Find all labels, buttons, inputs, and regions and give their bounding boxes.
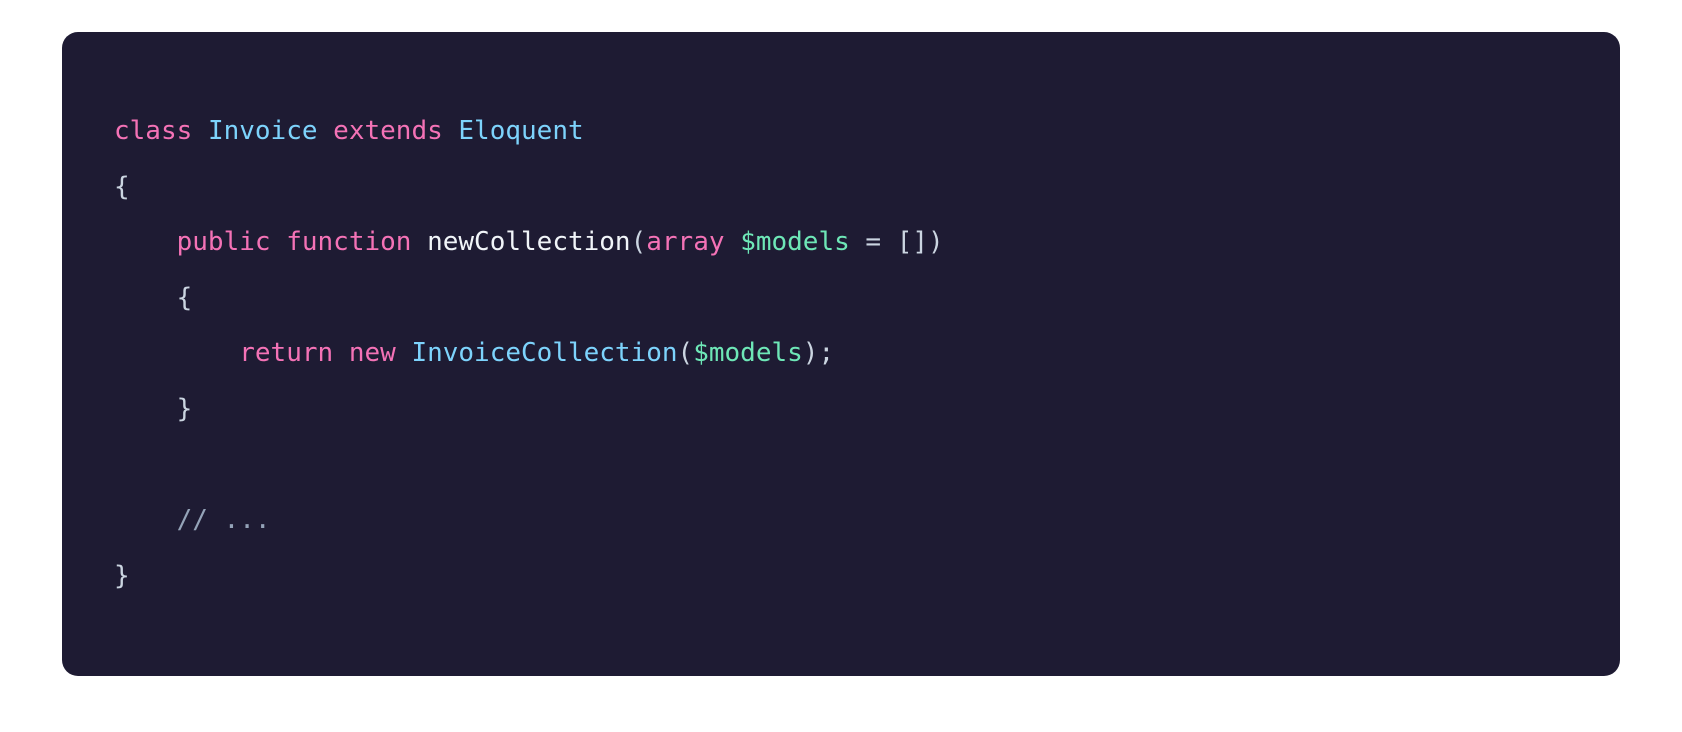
code-token: ( — [631, 227, 647, 257]
code-token: new — [349, 338, 396, 368]
code-token: { — [114, 172, 130, 202]
code-token: public — [177, 227, 271, 257]
code-token — [114, 338, 239, 368]
code-token: } — [177, 394, 193, 424]
code-token — [114, 394, 177, 424]
code-token — [192, 116, 208, 146]
code-token: array — [646, 227, 724, 257]
code-token — [114, 505, 177, 535]
code-token: // ... — [177, 505, 271, 535]
code-token — [318, 116, 334, 146]
code-token: ) — [803, 338, 819, 368]
code-token — [443, 116, 459, 146]
code-token — [114, 283, 177, 313]
code-token: ( — [678, 338, 694, 368]
code-token: function — [286, 227, 411, 257]
code-token: $models — [740, 227, 850, 257]
code-token: ) — [928, 227, 944, 257]
code-token: $models — [693, 338, 803, 368]
code-token — [333, 338, 349, 368]
code-token: InvoiceCollection — [411, 338, 677, 368]
code-content: class Invoice extends Eloquent { public … — [114, 104, 1568, 604]
code-token — [725, 227, 741, 257]
code-token — [114, 227, 177, 257]
code-token: class — [114, 116, 192, 146]
code-token: { — [177, 283, 193, 313]
code-block: class Invoice extends Eloquent { public … — [62, 32, 1620, 676]
code-token: newCollection — [427, 227, 631, 257]
code-token: = — [865, 227, 881, 257]
code-token — [271, 227, 287, 257]
code-token: Invoice — [208, 116, 318, 146]
code-token: return — [239, 338, 333, 368]
code-text: class Invoice extends Eloquent { public … — [114, 116, 944, 591]
code-token — [396, 338, 412, 368]
code-token: extends — [333, 116, 443, 146]
code-token — [411, 227, 427, 257]
code-token: Eloquent — [458, 116, 583, 146]
code-token: [] — [897, 227, 928, 257]
code-token — [850, 227, 866, 257]
code-token: } — [114, 561, 130, 591]
code-token — [881, 227, 897, 257]
code-token: ; — [818, 338, 834, 368]
